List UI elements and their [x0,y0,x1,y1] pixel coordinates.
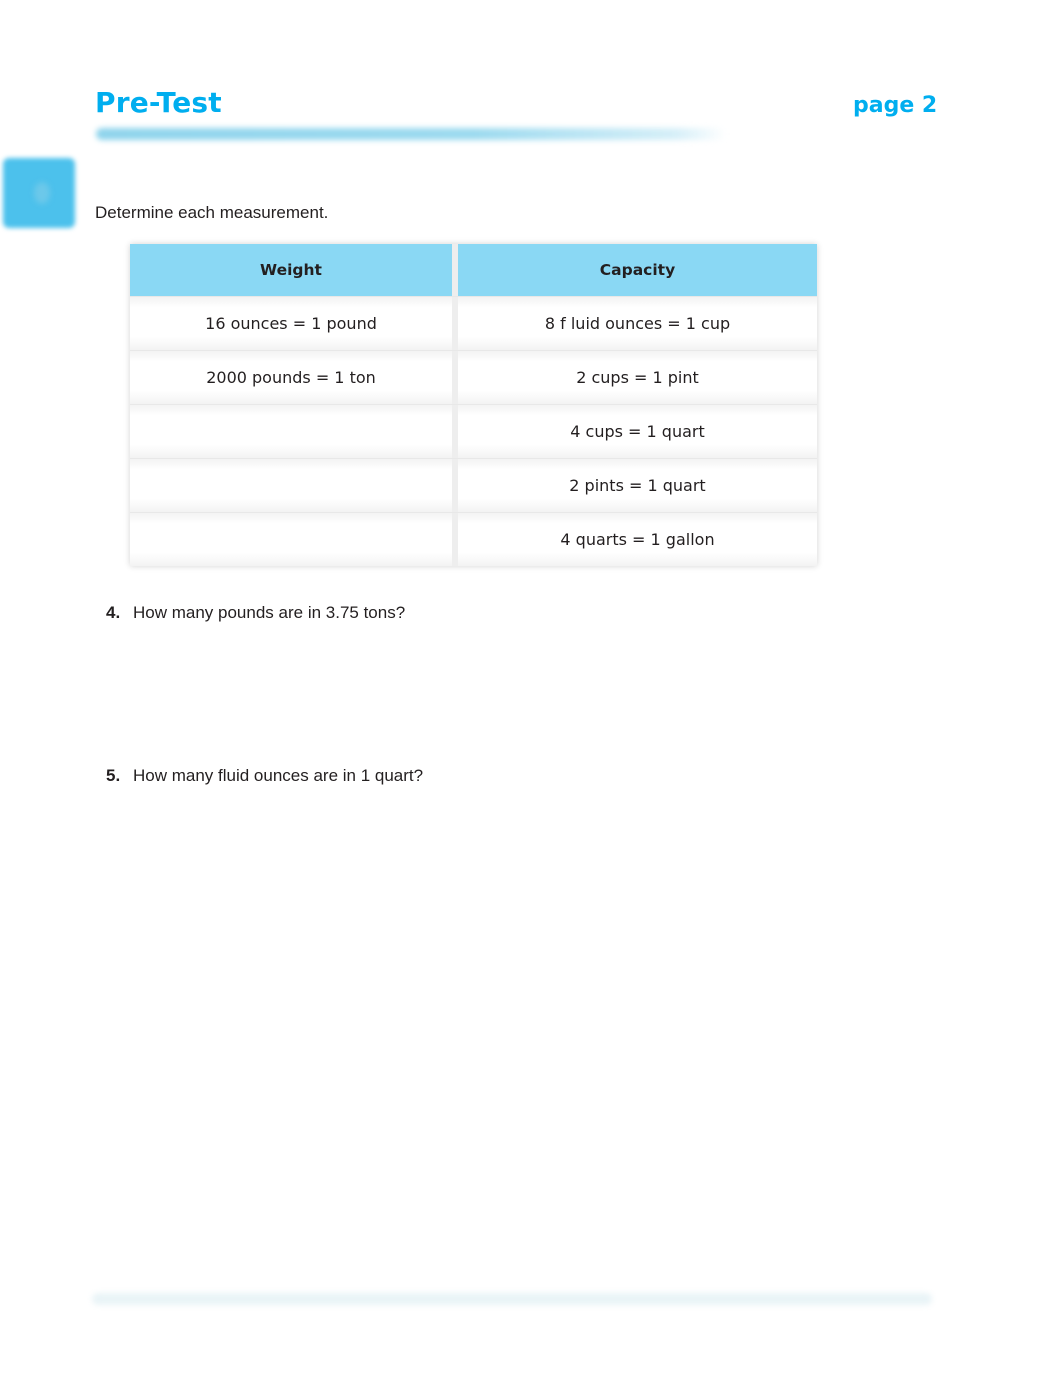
capacity-cell: 2 pints = 1 quart [458,459,817,512]
question-number: 5. [106,766,121,785]
weight-cell: 16 ounces = 1 pound [130,297,458,350]
table-row: 2000 pounds = 1 ton 2 cups = 1 pint [130,350,817,404]
table-row: 4 quarts = 1 gallon [130,512,817,566]
question-4: 4. How many pounds are in 3.75 tons? [106,603,405,623]
capacity-cell: 4 cups = 1 quart [458,405,817,458]
column-header-weight: Weight [130,244,458,296]
question-text: How many pounds are in 3.75 tons? [133,603,406,622]
weight-cell [130,405,458,458]
weight-cell: 2000 pounds = 1 ton [130,351,458,404]
table-row: 16 ounces = 1 pound 8 f luid ounces = 1 … [130,296,817,350]
weight-cell [130,459,458,512]
page-title: Pre-Test [95,86,222,119]
table-row: 4 cups = 1 quart [130,404,817,458]
section-tab-icon [34,182,50,204]
conversion-table: Weight Capacity 16 ounces = 1 pound 8 f … [130,244,817,566]
page-number: page 2 [853,93,938,118]
capacity-cell: 4 quarts = 1 gallon [458,513,817,566]
weight-cell [130,513,458,566]
question-text: How many fluid ounces are in 1 quart? [133,766,424,785]
table-row: 2 pints = 1 quart [130,458,817,512]
capacity-cell: 8 f luid ounces = 1 cup [458,297,817,350]
capacity-cell: 2 cups = 1 pint [458,351,817,404]
question-5: 5. How many fluid ounces are in 1 quart? [106,766,423,786]
instructions: Determine each measurement. [95,203,329,222]
column-header-capacity: Capacity [599,261,676,279]
question-number: 4. [106,603,121,622]
table-header-row: Weight Capacity [130,244,817,296]
footer-rule [92,1293,932,1305]
title-underline [96,128,726,140]
